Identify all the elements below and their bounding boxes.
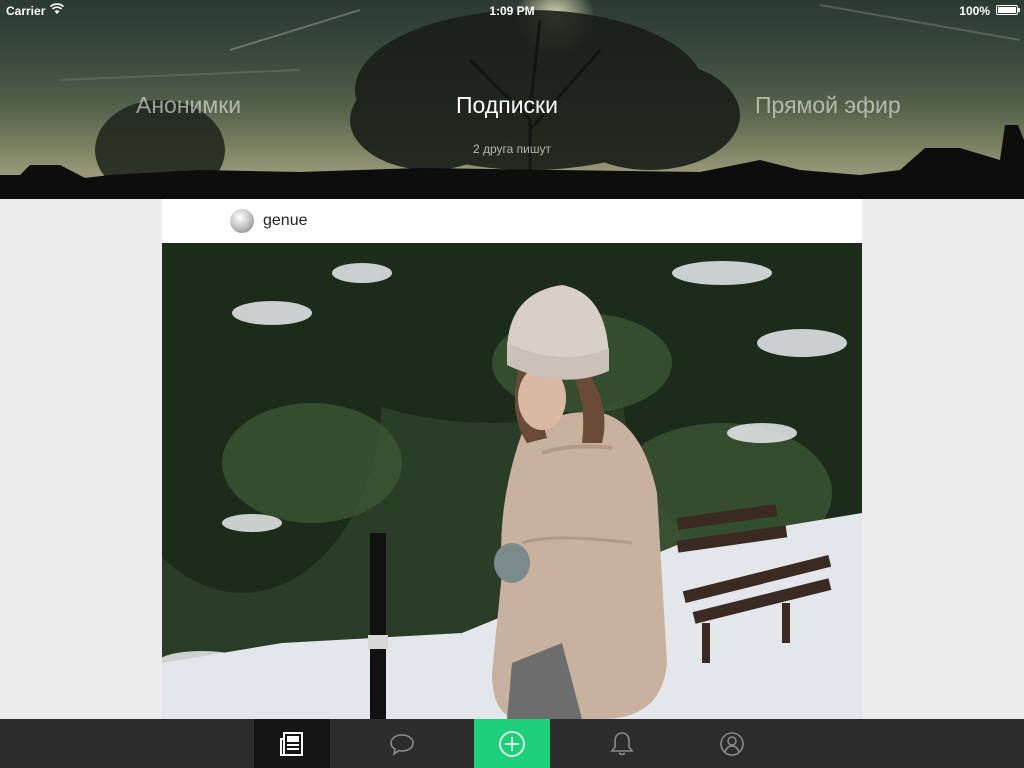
status-bar: Carrier 1:09 PM 100% — [0, 0, 1024, 22]
post-photo[interactable] — [162, 243, 862, 719]
feed-header: Carrier 1:09 PM 100% Анонимки Подписки П… — [0, 0, 1024, 199]
feed-post: genue — [162, 199, 862, 719]
post-header[interactable]: genue — [162, 199, 862, 243]
tab-profile[interactable] — [694, 719, 770, 768]
plus-circle-icon — [499, 730, 525, 757]
tab-subscriptions[interactable]: Подписки — [456, 92, 558, 119]
profile-icon — [720, 731, 744, 756]
post-username[interactable]: genue — [263, 212, 308, 230]
tab-messages[interactable] — [364, 719, 440, 768]
clock: 1:09 PM — [489, 4, 535, 18]
tab-bar — [0, 719, 1024, 768]
tab-notifications[interactable] — [584, 719, 660, 768]
tab-live[interactable]: Прямой эфир — [755, 92, 901, 119]
friends-writing-caption: 2 друга пишут — [473, 142, 551, 156]
tab-feed[interactable] — [254, 719, 330, 768]
battery-icon — [996, 5, 1020, 15]
tab-anonymous[interactable]: Анонимки — [136, 92, 241, 119]
avatar[interactable] — [230, 209, 254, 233]
chat-bubble-icon — [390, 733, 414, 756]
battery-percent: 100% — [959, 4, 990, 18]
post-photo-image — [162, 243, 862, 719]
bell-icon — [610, 731, 634, 755]
compose-button[interactable] — [474, 719, 550, 768]
news-feed-icon — [280, 731, 303, 756]
